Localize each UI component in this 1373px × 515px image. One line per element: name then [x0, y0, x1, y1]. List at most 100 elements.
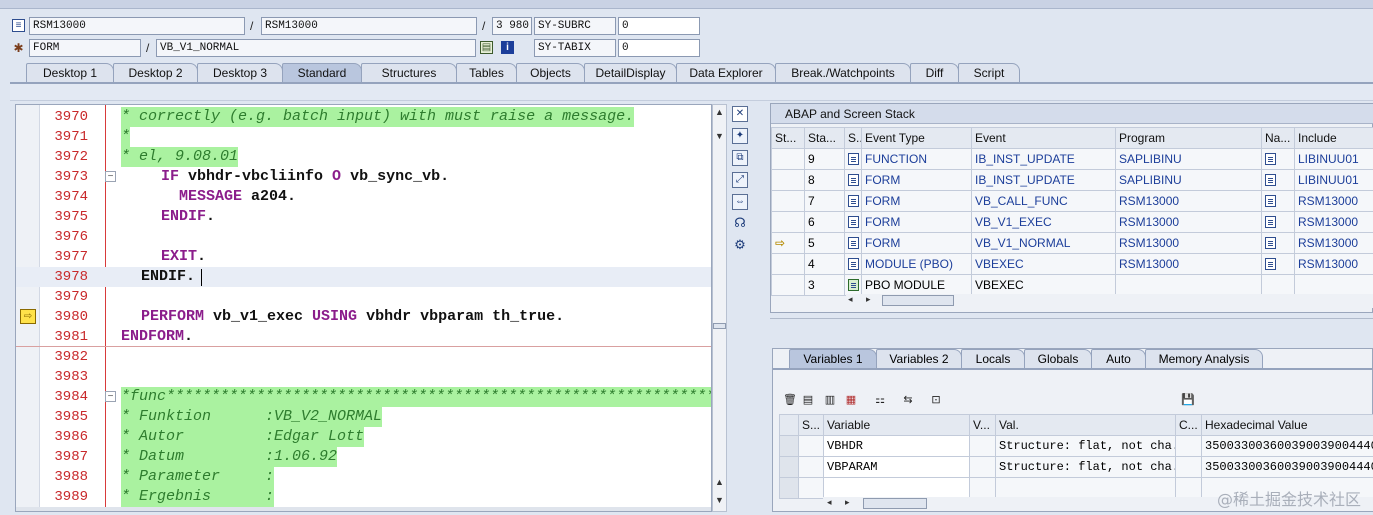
scroll-right-icon[interactable]: ▸ — [845, 497, 850, 508]
scroll-right-icon[interactable]: ▸ — [866, 294, 871, 305]
code-line[interactable]: 3979 — [16, 287, 711, 307]
tab-breakpoints[interactable]: Break./Watchpoints — [775, 63, 911, 83]
event-name[interactable]: VBEXEC — [971, 274, 1116, 296]
code-line[interactable]: 3985 * Funktion :VB_V2_NORMAL — [16, 407, 711, 427]
include-name[interactable]: RSM13000 — [1294, 190, 1373, 212]
tab-memory-analysis[interactable]: Memory Analysis — [1145, 349, 1263, 369]
code-line[interactable]: 3971 * — [16, 127, 711, 147]
sy-tabix-value[interactable]: 0 — [618, 39, 700, 57]
program-name[interactable] — [1115, 274, 1262, 296]
code-line[interactable]: 3989 * Ergebnis : — [16, 487, 711, 507]
tab-desktop-3[interactable]: Desktop 3 — [197, 63, 283, 83]
col-header[interactable]: Event Type — [861, 127, 972, 149]
row-selector[interactable] — [779, 456, 799, 478]
variable-row[interactable]: VBHDR Structure: flat, not cha... 350033… — [779, 435, 1373, 457]
include-name[interactable]: RSM13000 — [1294, 232, 1373, 254]
tree-icon[interactable]: ⚏ — [872, 392, 888, 408]
col-header[interactable]: St... — [771, 127, 805, 149]
scroll-down-fast-icon[interactable]: ▼ — [714, 495, 725, 506]
stack-row[interactable]: 8 FORM IB_INST_UPDATE SAPLIBINU LIBINUU0… — [771, 169, 1373, 191]
line-field[interactable]: 3 980 — [492, 17, 532, 35]
tab-tables[interactable]: Tables — [456, 63, 517, 83]
col-header[interactable]: C... — [1175, 414, 1202, 436]
code-line[interactable]: 3970 * correctly (e.g. batch input) with… — [16, 107, 711, 127]
col-header[interactable]: Program — [1115, 127, 1262, 149]
stack-row[interactable]: 7 FORM VB_CALL_FUNC RSM13000 RSM13000 — [771, 190, 1373, 212]
variable-value[interactable]: Structure: flat, not cha... — [995, 456, 1176, 478]
close-icon[interactable]: ✕ — [732, 106, 748, 122]
include-name[interactable]: RSM13000 — [1294, 211, 1373, 233]
code-line[interactable]: 3986 * Autor :Edgar Lott — [16, 427, 711, 447]
program-name[interactable]: RSM13000 — [1115, 211, 1262, 233]
code-line[interactable]: 3982 — [16, 347, 711, 367]
scroll-thumb[interactable] — [713, 323, 726, 329]
col-header[interactable]: Na... — [1261, 127, 1295, 149]
variable-row[interactable]: VBPARAM Structure: flat, not cha... 3500… — [779, 456, 1373, 478]
code-line[interactable]: 3976 — [16, 227, 711, 247]
tab-structures[interactable]: Structures — [361, 63, 457, 83]
variable-name[interactable]: VBPARAM — [823, 456, 970, 478]
scroll-left-icon[interactable]: ◂ — [827, 497, 832, 508]
tab-data-explorer[interactable]: Data Explorer — [676, 63, 776, 83]
event-name[interactable]: VB_CALL_FUNC — [971, 190, 1116, 212]
variable-name-input[interactable] — [823, 477, 970, 499]
event-name[interactable]: VB_V1_EXEC — [971, 211, 1116, 233]
insert-icon[interactable]: ▤ — [800, 392, 816, 408]
stack-row[interactable]: 3 PBO MODULE VBEXEC — [771, 274, 1373, 296]
fold-toggle-icon[interactable]: − — [105, 391, 116, 402]
include-name[interactable]: RSM13000 — [1294, 253, 1373, 275]
filter-icon[interactable]: ⊡ — [928, 392, 944, 408]
variable-name[interactable]: VBHDR — [823, 435, 970, 457]
stack-row[interactable]: 4 MODULE (PBO) VBEXEC RSM13000 RSM13000 — [771, 253, 1373, 275]
stack-row[interactable]: 6 FORM VB_V1_EXEC RSM13000 RSM13000 — [771, 211, 1373, 233]
code-line[interactable]: 3983 — [16, 367, 711, 387]
event-name[interactable]: IB_INST_UPDATE — [971, 148, 1116, 170]
tab-standard[interactable]: Standard — [282, 63, 362, 83]
col-header[interactable]: S... — [798, 414, 824, 436]
stack-row[interactable]: 9 FUNCTION IB_INST_UPDATE SAPLIBINU LIBI… — [771, 148, 1373, 170]
services-icon[interactable]: ☊ — [732, 216, 748, 232]
row-selector[interactable] — [779, 414, 799, 436]
code-line[interactable]: ⇨ 3980 PERFORM vb_v1_exec USING vbhdr vb… — [16, 307, 711, 327]
event-name-field[interactable]: VB_V1_NORMAL — [156, 39, 476, 57]
tab-variables-1[interactable]: Variables 1 — [789, 349, 877, 369]
include-name[interactable]: LIBINUU01 — [1294, 169, 1373, 191]
col-header[interactable]: Sta... — [804, 127, 845, 149]
editor-vscrollbar[interactable]: ▲ ▼ ▲ ▼ — [712, 104, 727, 512]
tab-globals[interactable]: Globals — [1024, 349, 1092, 369]
col-header[interactable]: S... — [844, 127, 862, 149]
tab-detaildisplay[interactable]: DetailDisplay — [584, 63, 677, 83]
row-selector[interactable] — [779, 477, 799, 499]
code-line[interactable]: 3987 * Datum :1.06.92 — [16, 447, 711, 467]
navigate-icon-cell[interactable] — [1261, 253, 1295, 275]
navigate-icon-cell[interactable] — [1261, 211, 1295, 233]
layout-icon[interactable]: ⚙ — [732, 238, 748, 254]
include-name[interactable]: LIBINUU01 — [1294, 148, 1373, 170]
code-line-current[interactable]: 3978 ENDIF. — [16, 267, 711, 287]
sy-subrc-value[interactable]: 0 — [618, 17, 700, 35]
scroll-left-icon[interactable]: ◂ — [848, 294, 853, 305]
include-name[interactable] — [1294, 274, 1373, 296]
col-header[interactable]: Val. — [995, 414, 1176, 436]
code-line[interactable]: 3972 * el, 9.08.01 — [16, 147, 711, 167]
panel-divider[interactable] — [770, 318, 1373, 319]
scroll-thumb[interactable] — [863, 498, 927, 509]
swap-icon[interactable]: ⇔ — [732, 194, 748, 210]
fold-toggle-icon[interactable]: − — [105, 171, 116, 182]
code-line[interactable]: 3974 MESSAGE a204. — [16, 187, 711, 207]
stack-row-current[interactable]: ⇨ 5 FORM VB_V1_NORMAL RSM13000 RSM13000 — [771, 232, 1373, 254]
tab-desktop-1[interactable]: Desktop 1 — [26, 63, 114, 83]
navigate-icon-cell[interactable] — [1261, 169, 1295, 191]
col-header[interactable]: Variable — [823, 414, 970, 436]
program-name[interactable]: SAPLIBINU — [1115, 169, 1262, 191]
variable-hex[interactable]: 3500330036003900390044400... — [1201, 456, 1373, 478]
paste-icon[interactable]: ▦ — [843, 392, 859, 408]
new-tool-icon[interactable]: ✦ — [732, 128, 748, 144]
code-line[interactable]: 3988 * Parameter : — [16, 467, 711, 487]
include-field[interactable]: RSM13000 — [261, 17, 477, 35]
program-name[interactable]: RSM13000 — [1115, 232, 1262, 254]
navigate-icon-cell[interactable] — [1261, 190, 1295, 212]
tab-auto[interactable]: Auto — [1091, 349, 1146, 369]
program-name[interactable]: RSM13000 — [1115, 253, 1262, 275]
code-line[interactable]: 3977 EXIT. — [16, 247, 711, 267]
